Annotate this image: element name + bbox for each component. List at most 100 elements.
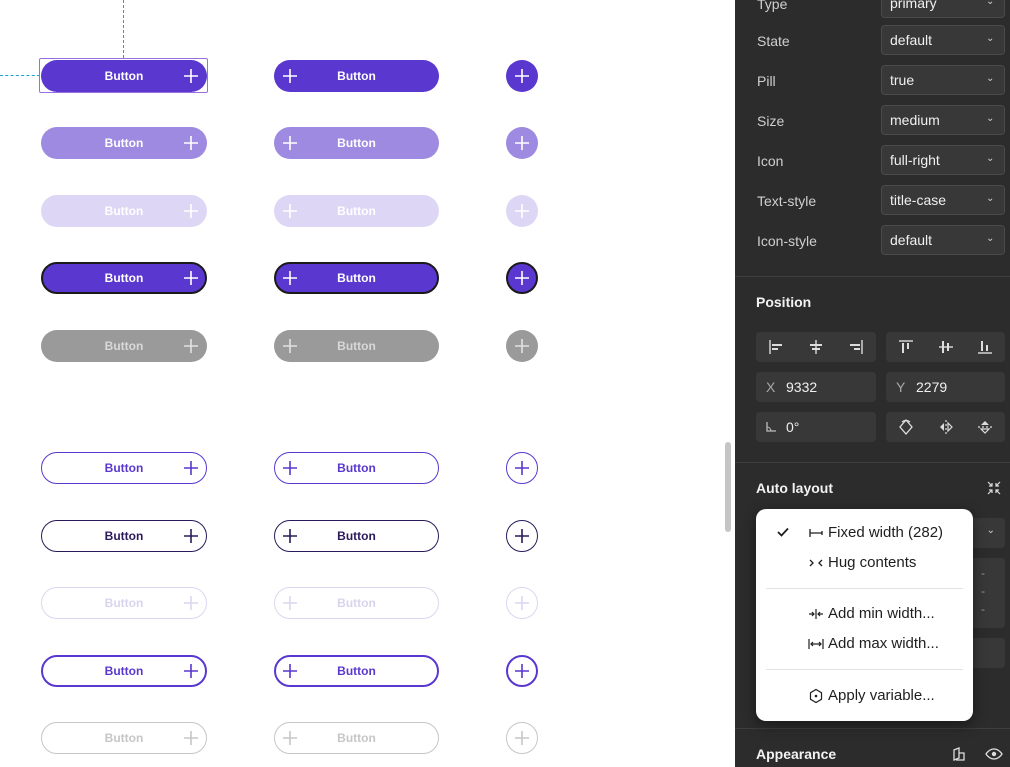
- chevron-down-icon: ⌄: [986, 525, 995, 536]
- eye-icon: [985, 748, 1003, 760]
- button-outline-icon-right[interactable]: Button: [41, 452, 207, 484]
- align-center-horizontal-icon: [810, 340, 822, 354]
- flip-vertical-icon: [978, 421, 993, 434]
- angle-icon: [766, 422, 776, 432]
- plus-icon: [184, 271, 198, 285]
- button-hover-icon-right[interactable]: Button: [41, 127, 207, 159]
- plus-icon: [515, 596, 529, 610]
- vertical-align-group: [886, 332, 1005, 362]
- canvas-scrollbar[interactable]: [725, 442, 731, 532]
- button-gray-icon-only[interactable]: [506, 330, 538, 362]
- button-outline-focus-icon-only[interactable]: [506, 655, 538, 687]
- button-outline-focus-icon-right[interactable]: Button: [41, 655, 207, 687]
- button-hover-icon-left[interactable]: Button: [274, 127, 439, 159]
- variable-mode-icon: [953, 747, 965, 761]
- menu-item-apply-variable[interactable]: Apply variable...: [762, 682, 967, 710]
- button-label: Button: [337, 136, 376, 150]
- menu-item-add-max-width[interactable]: Add max width...: [762, 630, 967, 658]
- align-bottom-button[interactable]: [965, 332, 1005, 362]
- align-right-button[interactable]: [836, 332, 876, 362]
- align-left-button[interactable]: [756, 332, 796, 362]
- x-position-field[interactable]: X 9332: [756, 372, 876, 402]
- rotation-field[interactable]: 0°: [756, 412, 876, 442]
- type-select[interactable]: primary ⌄: [881, 0, 1005, 18]
- plus-icon: [515, 136, 529, 150]
- menu-item-add-min-width[interactable]: Add min width...: [762, 600, 967, 628]
- design-canvas[interactable]: Button Button Button Button Button Butto…: [0, 0, 735, 767]
- button-outline-disabled-icon-only[interactable]: [506, 587, 538, 619]
- button-outline-focus-icon-left[interactable]: Button: [274, 655, 439, 687]
- menu-item-fixed-width[interactable]: Fixed width (282): [762, 519, 967, 547]
- button-label: Button: [337, 461, 376, 475]
- align-middle-v-button[interactable]: [926, 332, 966, 362]
- button-outline-gray-icon-only[interactable]: [506, 722, 538, 754]
- flip-horizontal-icon: [939, 420, 953, 434]
- button-outline-gray-icon-left[interactable]: Button: [274, 722, 439, 754]
- dash-mark: -: [981, 566, 985, 580]
- plus-icon: [515, 271, 529, 285]
- button-focus-icon-left[interactable]: Button: [274, 262, 439, 294]
- button-outline-disabled-icon-left[interactable]: Button: [274, 587, 439, 619]
- button-hover-icon-only[interactable]: [506, 127, 538, 159]
- button-disabled-icon-right[interactable]: Button: [41, 195, 207, 227]
- measurement-guide-horizontal: [0, 75, 40, 76]
- chevron-down-icon: ⌄: [986, 193, 995, 204]
- align-top-button[interactable]: [886, 332, 926, 362]
- button-label: Button: [337, 271, 376, 285]
- plus-icon: [515, 731, 529, 745]
- visibility-button[interactable]: [983, 743, 1005, 765]
- button-gray-icon-right[interactable]: Button: [41, 330, 207, 362]
- icon-select[interactable]: full-right ⌄: [881, 145, 1005, 175]
- plus-icon: [184, 204, 198, 218]
- button-label: Button: [337, 339, 376, 353]
- button-primary-icon-right[interactable]: Button: [41, 60, 207, 92]
- button-primary-icon-only[interactable]: [506, 60, 538, 92]
- collapse-auto-layout-button[interactable]: [983, 477, 1005, 499]
- flip-vertical-button[interactable]: [965, 412, 1005, 442]
- rotate-button[interactable]: [886, 412, 926, 442]
- button-focus-icon-right[interactable]: Button: [41, 262, 207, 294]
- align-center-h-button[interactable]: [796, 332, 836, 362]
- pill-select[interactable]: true ⌄: [881, 65, 1005, 95]
- text-style-select[interactable]: title-case ⌄: [881, 185, 1005, 215]
- button-gray-icon-left[interactable]: Button: [274, 330, 439, 362]
- plus-icon: [184, 529, 198, 543]
- horizontal-align-group: [756, 332, 876, 362]
- menu-item-hug-contents[interactable]: Hug contents: [762, 549, 967, 577]
- button-outline-dark-icon-only[interactable]: [506, 520, 538, 552]
- flip-horizontal-button[interactable]: [926, 412, 966, 442]
- button-outline-disabled-icon-right[interactable]: Button: [41, 587, 207, 619]
- fixed-width-icon: [809, 529, 823, 537]
- button-outline-dark-icon-left[interactable]: Button: [274, 520, 439, 552]
- icon-style-select[interactable]: default ⌄: [881, 225, 1005, 255]
- y-position-field[interactable]: Y 2279: [886, 372, 1005, 402]
- button-outline-icon-only[interactable]: [506, 452, 538, 484]
- button-focus-icon-only[interactable]: [506, 262, 538, 294]
- chevron-down-icon: ⌄: [986, 73, 995, 84]
- button-outline-gray-icon-right[interactable]: Button: [41, 722, 207, 754]
- prop-state: State default ⌄: [735, 25, 1010, 57]
- button-primary-icon-left[interactable]: Button: [274, 60, 439, 92]
- prop-pill: Pill true ⌄: [735, 65, 1010, 97]
- size-select[interactable]: medium ⌄: [881, 105, 1005, 135]
- x-value: 9332: [786, 379, 818, 395]
- prop-icon: Icon full-right ⌄: [735, 145, 1010, 177]
- menu-item-label: Hug contents: [828, 554, 917, 571]
- button-outline-icon-left[interactable]: Button: [274, 452, 439, 484]
- align-bottom-icon: [978, 341, 993, 354]
- plus-icon: [515, 461, 529, 475]
- align-right-icon: [850, 340, 863, 354]
- button-disabled-icon-left[interactable]: Button: [274, 195, 439, 227]
- select-value: primary: [890, 0, 937, 11]
- variable-mode-button[interactable]: [948, 743, 970, 765]
- rotate-icon: [898, 419, 913, 435]
- plus-icon: [283, 596, 297, 610]
- button-label: Button: [337, 596, 376, 610]
- prop-label: Size: [757, 113, 785, 129]
- state-select[interactable]: default ⌄: [881, 25, 1005, 55]
- dash-mark: -: [981, 602, 985, 616]
- align-top-icon: [898, 340, 913, 353]
- button-outline-dark-icon-right[interactable]: Button: [41, 520, 207, 552]
- button-disabled-icon-only[interactable]: [506, 195, 538, 227]
- max-width-icon: [808, 639, 824, 649]
